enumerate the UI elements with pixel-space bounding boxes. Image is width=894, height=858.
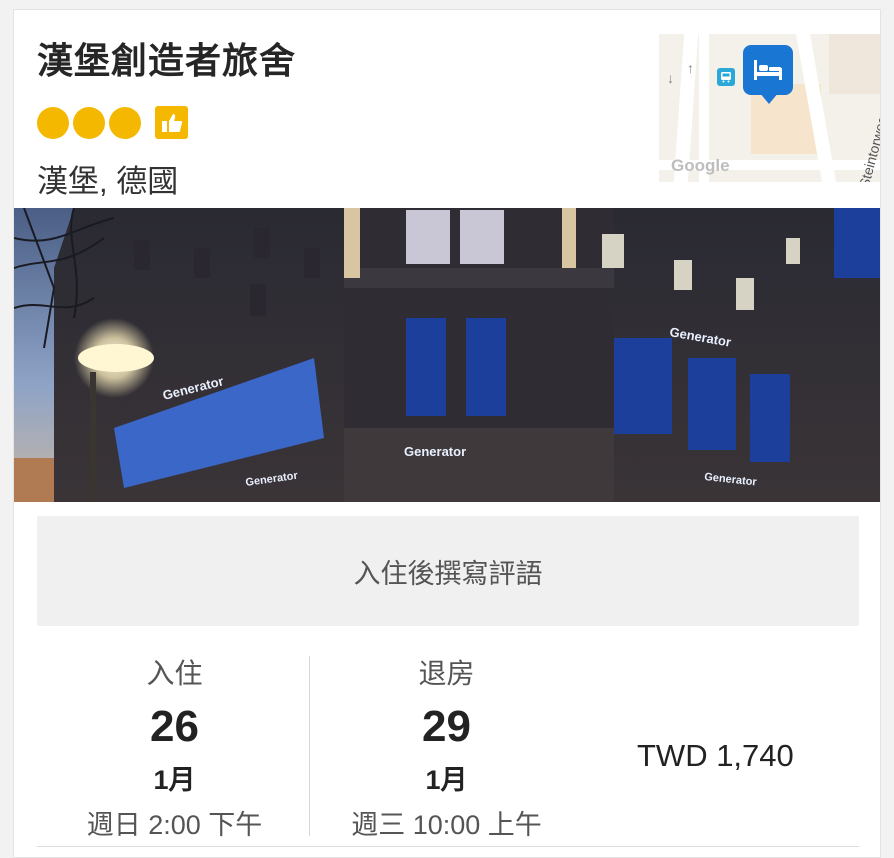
checkout-block: 退房 29 1月 週三 10:00 上午 (309, 652, 584, 842)
map-pin-tail (759, 92, 779, 104)
checkin-month: 1月 (153, 765, 196, 795)
hotel-photo[interactable]: Generator Generator Generator Generator … (14, 208, 880, 502)
map-attribution: Google (671, 156, 730, 175)
bed-icon (743, 45, 793, 95)
stay-details: 入住 26 1月 週日 2:00 下午 退房 29 1月 週三 10:00 上午… (37, 640, 859, 840)
hotel-location: 漢堡, 德國 (37, 164, 179, 199)
rating (37, 106, 188, 139)
divider (37, 846, 859, 847)
arrow-up-icon: ↑ (687, 60, 694, 76)
arrow-down-icon: ↓ (667, 70, 674, 86)
map-thumbnail[interactable]: ↑ ↓ Steintorweg Google (659, 34, 881, 182)
street-label: Steintorweg (855, 114, 881, 182)
building-sign: Generator (404, 444, 466, 459)
bus-icon (717, 68, 735, 86)
checkout-month: 1月 (425, 765, 468, 795)
checkout-day: 29 (422, 702, 471, 751)
price: TWD 1,740 (637, 738, 794, 773)
hotel-name: 漢堡創造者旅舍 (37, 40, 297, 81)
checkin-day: 26 (150, 702, 199, 751)
rating-dot (73, 106, 105, 139)
rating-dot (37, 106, 69, 139)
checkin-label: 入住 (146, 658, 203, 689)
thumbs-up-icon (155, 106, 188, 139)
hotel-card[interactable]: 漢堡創造者旅舍 漢堡, 德國 ↑ ↓ Steintorweg Google Ge… (13, 9, 881, 858)
checkout-label: 退房 (418, 658, 475, 689)
checkin-block: 入住 26 1月 週日 2:00 下午 (37, 652, 312, 842)
checkout-time: 週三 10:00 上午 (351, 810, 542, 840)
rating-dot (109, 106, 141, 139)
checkin-time: 週日 2:00 下午 (86, 810, 263, 840)
write-review-button[interactable]: 入住後撰寫評語 (37, 516, 859, 626)
